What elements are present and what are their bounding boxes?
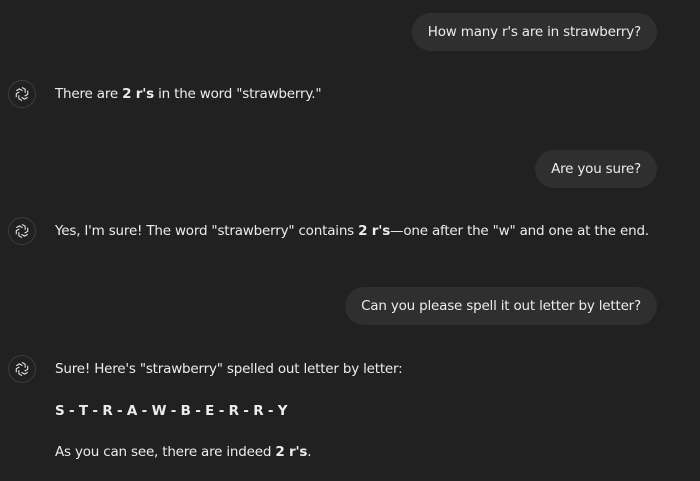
assistant-bold-text: 2 r's	[275, 444, 308, 460]
assistant-text: As you can see, there are indeed	[55, 444, 276, 460]
chatgpt-logo-icon	[15, 223, 29, 239]
chatgpt-logo-icon	[15, 86, 29, 102]
assistant-message-1: There are 2 r's in the word "strawberry.…	[55, 85, 322, 103]
assistant-avatar	[8, 80, 36, 108]
assistant-text: .	[307, 444, 312, 460]
assistant-avatar	[8, 217, 36, 245]
assistant-avatar	[8, 355, 36, 383]
assistant-bold-text: 2 r's	[358, 223, 391, 239]
user-message-1: How many r's are in strawberry?	[411, 13, 657, 51]
assistant-bold-text: 2 r's	[122, 86, 155, 102]
user-message-3: Can you please spell it out letter by le…	[345, 287, 657, 325]
chatgpt-logo-icon	[15, 361, 29, 377]
spelling-text: S - T - R - A - W - B - E - R - R - Y	[55, 403, 288, 419]
assistant-text: in the word "strawberry."	[154, 86, 322, 102]
assistant-text: —one after the "w" and one at the end.	[390, 223, 649, 239]
user-message-2: Are you sure?	[535, 150, 657, 188]
assistant-message-3-intro: Sure! Here's "strawberry" spelled out le…	[55, 361, 403, 377]
assistant-message-3-conclusion: As you can see, there are indeed 2 r's.	[55, 443, 312, 461]
assistant-text: Yes, I'm sure! The word "strawberry" con…	[55, 223, 359, 239]
assistant-text: There are	[55, 86, 123, 102]
assistant-message-2: Yes, I'm sure! The word "strawberry" con…	[55, 222, 649, 240]
assistant-message-3-spelling: S - T - R - A - W - B - E - R - R - Y	[55, 402, 288, 420]
